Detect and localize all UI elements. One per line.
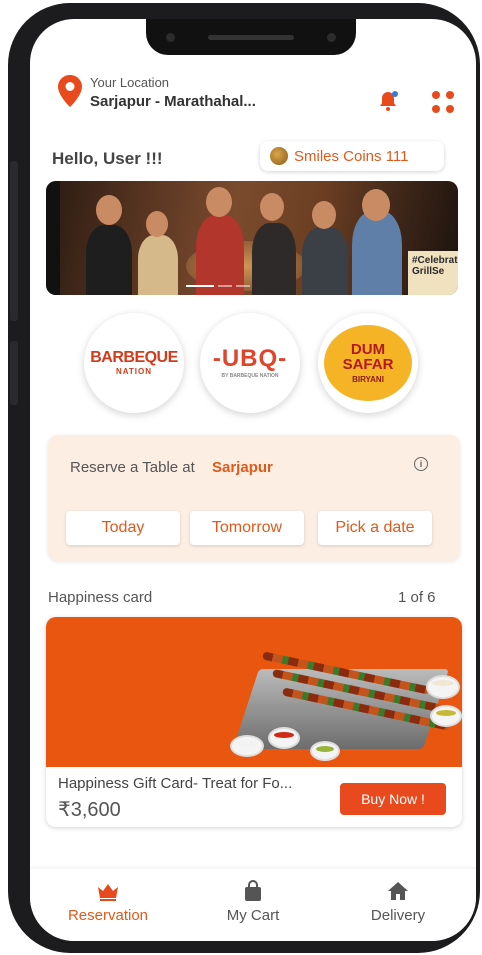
speaker	[208, 35, 294, 40]
happiness-gift-card[interactable]: Happiness Gift Card- Treat for Fo... ₹3,…	[46, 617, 462, 827]
location-header[interactable]: Your Location Sarjapur - Marathahal...	[30, 69, 476, 129]
coin-icon	[270, 147, 288, 165]
buy-now-button[interactable]: Buy Now !	[340, 783, 446, 815]
coins-label: Smiles Coins 111	[294, 147, 409, 165]
brand-barbeque-nation[interactable]: BARBEQUE NATION	[84, 313, 184, 413]
banner-person	[138, 235, 178, 295]
banner-person-head	[96, 195, 122, 225]
grill-image	[233, 669, 449, 749]
banner-tag: #Celebrate GrillSe	[408, 251, 458, 295]
banner-person	[252, 223, 296, 295]
camera	[166, 33, 175, 42]
nav-label: Reservation	[67, 907, 149, 924]
promo-banner[interactable]: #Celebrate GrillSe	[46, 181, 458, 295]
menu-grid-icon[interactable]	[430, 89, 456, 115]
happiness-card-title: Happiness card	[48, 589, 153, 606]
nav-reservation[interactable]: Reservation	[48, 879, 168, 924]
side-button	[10, 341, 18, 405]
banner-side-strip	[46, 181, 60, 295]
reserve-table-card: Reserve a Table at Sarjapur i Today Tomo…	[48, 435, 460, 561]
banner-person	[302, 227, 348, 295]
reserve-city[interactable]: Sarjapur	[212, 459, 273, 476]
home-icon	[388, 882, 408, 900]
location-value[interactable]: Sarjapur - Marathahal...	[90, 93, 256, 110]
banner-person-head	[362, 189, 390, 221]
notch	[146, 19, 356, 55]
banner-person-head	[206, 187, 232, 217]
gift-card-price: ₹3,600	[58, 799, 121, 821]
location-pin-icon	[58, 75, 82, 107]
gift-card-image	[46, 617, 462, 767]
sauce-bowl	[426, 675, 460, 699]
banner-person-head	[260, 193, 284, 221]
side-button	[10, 161, 18, 321]
brand-name: -UBQ-	[212, 345, 288, 372]
greeting-text: Hello, User !!!	[52, 149, 163, 168]
smiles-coins-badge[interactable]: Smiles Coins 111	[260, 141, 444, 171]
camera	[327, 33, 336, 42]
brand-logo: DUM SAFAR BIRYANI	[324, 325, 412, 401]
banner-person	[196, 215, 244, 295]
sauce-bowl	[430, 705, 462, 727]
banner-person-head	[146, 211, 168, 237]
location-caption: Your Location	[90, 75, 170, 90]
tomorrow-button[interactable]: Tomorrow	[190, 511, 304, 545]
bottom-navigation: Reservation My Cart Delivery	[30, 869, 476, 941]
brand-sub: NATION	[115, 367, 153, 376]
nav-label: Delivery	[370, 907, 426, 924]
gift-card-name: Happiness Gift Card- Treat for Fo...	[58, 775, 293, 792]
sauce-bowl	[230, 735, 264, 757]
banner-pagination	[186, 285, 250, 287]
brand-ubq[interactable]: -UBQ- BY BARBEQUE NATION	[200, 313, 300, 413]
today-button[interactable]: Today	[66, 511, 180, 545]
crown-icon	[98, 884, 118, 901]
bag-icon	[245, 880, 261, 901]
reserve-label: Reserve a Table at	[70, 459, 195, 476]
app-screen: Your Location Sarjapur - Marathahal... H…	[30, 19, 476, 941]
happiness-card-page: 1 of 6	[398, 589, 436, 606]
banner-person-head	[312, 201, 336, 229]
pick-date-button[interactable]: Pick a date	[318, 511, 432, 545]
banner-person	[352, 211, 402, 295]
sauce-bowl	[268, 727, 300, 749]
nav-delivery[interactable]: Delivery	[338, 879, 458, 924]
sauce-bowl	[310, 741, 340, 761]
banner-person	[86, 225, 132, 295]
notification-bell-icon[interactable]	[376, 89, 400, 113]
brand-name: DUM SAFAR	[342, 341, 394, 373]
brand-sub: BY BARBEQUE NATION	[221, 373, 279, 379]
brand-sub: BIRYANI	[352, 375, 384, 384]
brand-dum-safar[interactable]: DUM SAFAR BIRYANI	[318, 313, 418, 413]
nav-my-cart[interactable]: My Cart	[193, 879, 313, 924]
info-icon[interactable]: i	[414, 457, 428, 471]
brand-name: BARBEQUE	[90, 349, 178, 366]
phone-frame: Your Location Sarjapur - Marathahal... H…	[8, 3, 480, 953]
nav-label: My Cart	[226, 907, 280, 924]
